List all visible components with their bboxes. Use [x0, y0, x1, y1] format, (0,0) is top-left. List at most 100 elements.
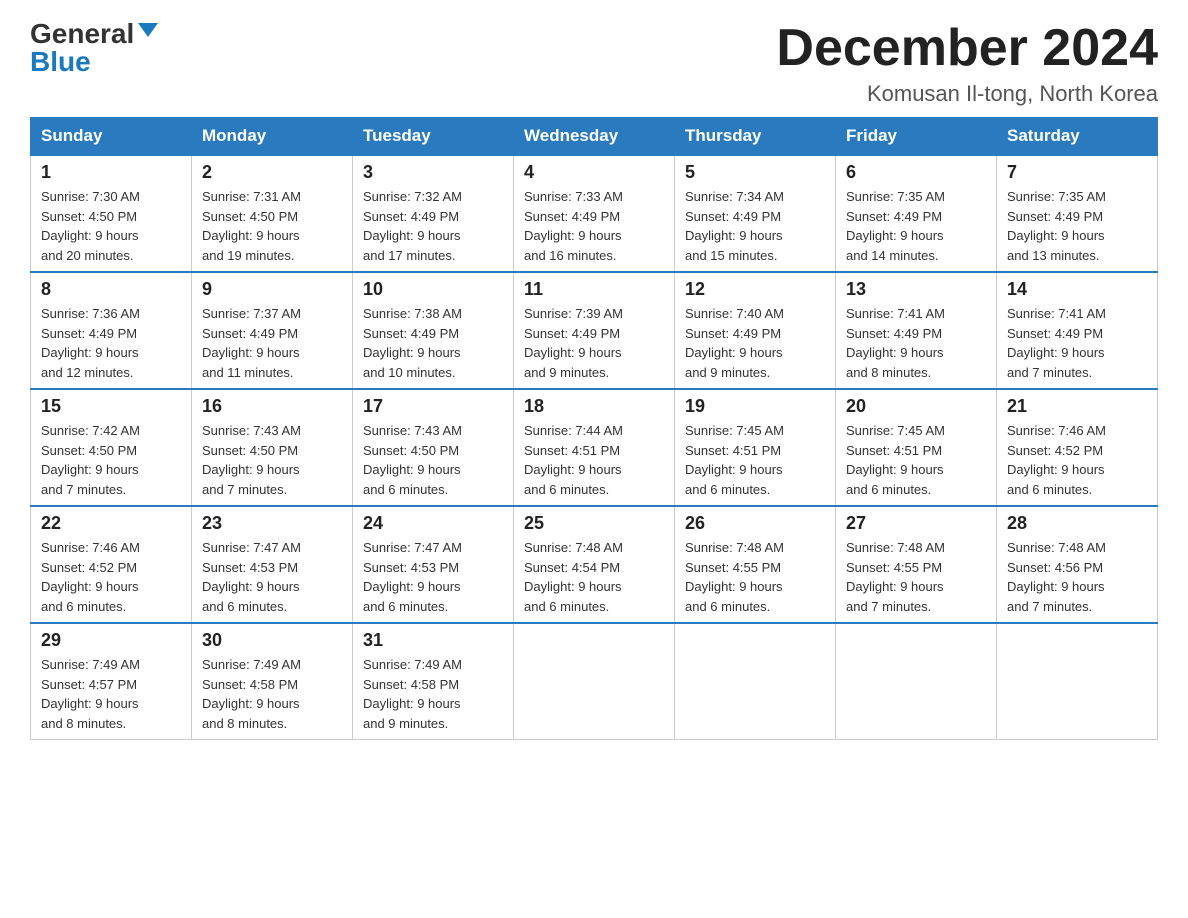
calendar-cell: 7 Sunrise: 7:35 AM Sunset: 4:49 PM Dayli… — [997, 155, 1158, 272]
logo-triangle-icon — [138, 23, 158, 37]
calendar-cell: 25 Sunrise: 7:48 AM Sunset: 4:54 PM Dayl… — [514, 506, 675, 623]
day-number: 10 — [363, 279, 503, 300]
calendar-cell — [675, 623, 836, 740]
calendar-cell — [836, 623, 997, 740]
calendar-table: Sunday Monday Tuesday Wednesday Thursday… — [30, 117, 1158, 740]
calendar-week-row: 22 Sunrise: 7:46 AM Sunset: 4:52 PM Dayl… — [31, 506, 1158, 623]
day-number: 8 — [41, 279, 181, 300]
calendar-cell: 14 Sunrise: 7:41 AM Sunset: 4:49 PM Dayl… — [997, 272, 1158, 389]
calendar-cell: 18 Sunrise: 7:44 AM Sunset: 4:51 PM Dayl… — [514, 389, 675, 506]
calendar-week-row: 29 Sunrise: 7:49 AM Sunset: 4:57 PM Dayl… — [31, 623, 1158, 740]
day-info: Sunrise: 7:37 AM Sunset: 4:49 PM Dayligh… — [202, 304, 342, 382]
logo: General Blue — [30, 20, 158, 76]
day-info: Sunrise: 7:47 AM Sunset: 4:53 PM Dayligh… — [202, 538, 342, 616]
day-info: Sunrise: 7:48 AM Sunset: 4:56 PM Dayligh… — [1007, 538, 1147, 616]
day-number: 29 — [41, 630, 181, 651]
day-info: Sunrise: 7:45 AM Sunset: 4:51 PM Dayligh… — [846, 421, 986, 499]
day-number: 7 — [1007, 162, 1147, 183]
day-number: 5 — [685, 162, 825, 183]
day-number: 1 — [41, 162, 181, 183]
header-friday: Friday — [836, 118, 997, 156]
calendar-cell: 31 Sunrise: 7:49 AM Sunset: 4:58 PM Dayl… — [353, 623, 514, 740]
day-info: Sunrise: 7:41 AM Sunset: 4:49 PM Dayligh… — [846, 304, 986, 382]
calendar-title: December 2024 — [776, 20, 1158, 77]
header-sunday: Sunday — [31, 118, 192, 156]
calendar-cell: 10 Sunrise: 7:38 AM Sunset: 4:49 PM Dayl… — [353, 272, 514, 389]
calendar-cell: 1 Sunrise: 7:30 AM Sunset: 4:50 PM Dayli… — [31, 155, 192, 272]
calendar-week-row: 1 Sunrise: 7:30 AM Sunset: 4:50 PM Dayli… — [31, 155, 1158, 272]
calendar-cell: 15 Sunrise: 7:42 AM Sunset: 4:50 PM Dayl… — [31, 389, 192, 506]
calendar-cell: 20 Sunrise: 7:45 AM Sunset: 4:51 PM Dayl… — [836, 389, 997, 506]
day-number: 23 — [202, 513, 342, 534]
day-info: Sunrise: 7:30 AM Sunset: 4:50 PM Dayligh… — [41, 187, 181, 265]
day-info: Sunrise: 7:49 AM Sunset: 4:58 PM Dayligh… — [202, 655, 342, 733]
day-number: 14 — [1007, 279, 1147, 300]
day-info: Sunrise: 7:46 AM Sunset: 4:52 PM Dayligh… — [1007, 421, 1147, 499]
day-number: 19 — [685, 396, 825, 417]
day-number: 21 — [1007, 396, 1147, 417]
day-info: Sunrise: 7:35 AM Sunset: 4:49 PM Dayligh… — [846, 187, 986, 265]
day-number: 27 — [846, 513, 986, 534]
day-number: 12 — [685, 279, 825, 300]
header-tuesday: Tuesday — [353, 118, 514, 156]
day-number: 13 — [846, 279, 986, 300]
calendar-subtitle: Komusan Il-tong, North Korea — [776, 81, 1158, 107]
day-info: Sunrise: 7:49 AM Sunset: 4:57 PM Dayligh… — [41, 655, 181, 733]
calendar-cell: 8 Sunrise: 7:36 AM Sunset: 4:49 PM Dayli… — [31, 272, 192, 389]
day-number: 26 — [685, 513, 825, 534]
day-info: Sunrise: 7:48 AM Sunset: 4:55 PM Dayligh… — [846, 538, 986, 616]
calendar-cell: 5 Sunrise: 7:34 AM Sunset: 4:49 PM Dayli… — [675, 155, 836, 272]
day-info: Sunrise: 7:32 AM Sunset: 4:49 PM Dayligh… — [363, 187, 503, 265]
day-info: Sunrise: 7:44 AM Sunset: 4:51 PM Dayligh… — [524, 421, 664, 499]
day-number: 2 — [202, 162, 342, 183]
logo-blue: Blue — [30, 48, 91, 76]
day-number: 16 — [202, 396, 342, 417]
day-info: Sunrise: 7:48 AM Sunset: 4:54 PM Dayligh… — [524, 538, 664, 616]
calendar-cell: 24 Sunrise: 7:47 AM Sunset: 4:53 PM Dayl… — [353, 506, 514, 623]
day-info: Sunrise: 7:40 AM Sunset: 4:49 PM Dayligh… — [685, 304, 825, 382]
day-number: 22 — [41, 513, 181, 534]
day-info: Sunrise: 7:43 AM Sunset: 4:50 PM Dayligh… — [363, 421, 503, 499]
day-info: Sunrise: 7:36 AM Sunset: 4:49 PM Dayligh… — [41, 304, 181, 382]
day-number: 11 — [524, 279, 664, 300]
title-section: December 2024 Komusan Il-tong, North Kor… — [776, 20, 1158, 107]
calendar-cell: 23 Sunrise: 7:47 AM Sunset: 4:53 PM Dayl… — [192, 506, 353, 623]
calendar-cell: 30 Sunrise: 7:49 AM Sunset: 4:58 PM Dayl… — [192, 623, 353, 740]
day-number: 28 — [1007, 513, 1147, 534]
day-info: Sunrise: 7:31 AM Sunset: 4:50 PM Dayligh… — [202, 187, 342, 265]
day-number: 17 — [363, 396, 503, 417]
day-number: 15 — [41, 396, 181, 417]
day-number: 30 — [202, 630, 342, 651]
day-number: 20 — [846, 396, 986, 417]
calendar-cell: 16 Sunrise: 7:43 AM Sunset: 4:50 PM Dayl… — [192, 389, 353, 506]
day-info: Sunrise: 7:43 AM Sunset: 4:50 PM Dayligh… — [202, 421, 342, 499]
day-number: 3 — [363, 162, 503, 183]
calendar-cell — [514, 623, 675, 740]
calendar-cell: 26 Sunrise: 7:48 AM Sunset: 4:55 PM Dayl… — [675, 506, 836, 623]
day-header-row: Sunday Monday Tuesday Wednesday Thursday… — [31, 118, 1158, 156]
calendar-cell: 11 Sunrise: 7:39 AM Sunset: 4:49 PM Dayl… — [514, 272, 675, 389]
calendar-cell: 21 Sunrise: 7:46 AM Sunset: 4:52 PM Dayl… — [997, 389, 1158, 506]
day-number: 4 — [524, 162, 664, 183]
calendar-cell: 3 Sunrise: 7:32 AM Sunset: 4:49 PM Dayli… — [353, 155, 514, 272]
day-info: Sunrise: 7:39 AM Sunset: 4:49 PM Dayligh… — [524, 304, 664, 382]
calendar-cell: 12 Sunrise: 7:40 AM Sunset: 4:49 PM Dayl… — [675, 272, 836, 389]
calendar-cell: 9 Sunrise: 7:37 AM Sunset: 4:49 PM Dayli… — [192, 272, 353, 389]
day-info: Sunrise: 7:49 AM Sunset: 4:58 PM Dayligh… — [363, 655, 503, 733]
day-info: Sunrise: 7:48 AM Sunset: 4:55 PM Dayligh… — [685, 538, 825, 616]
header-monday: Monday — [192, 118, 353, 156]
calendar-cell: 13 Sunrise: 7:41 AM Sunset: 4:49 PM Dayl… — [836, 272, 997, 389]
logo-general: General — [30, 20, 134, 48]
day-number: 25 — [524, 513, 664, 534]
calendar-cell: 27 Sunrise: 7:48 AM Sunset: 4:55 PM Dayl… — [836, 506, 997, 623]
day-info: Sunrise: 7:46 AM Sunset: 4:52 PM Dayligh… — [41, 538, 181, 616]
calendar-cell: 6 Sunrise: 7:35 AM Sunset: 4:49 PM Dayli… — [836, 155, 997, 272]
day-number: 18 — [524, 396, 664, 417]
calendar-week-row: 15 Sunrise: 7:42 AM Sunset: 4:50 PM Dayl… — [31, 389, 1158, 506]
day-info: Sunrise: 7:38 AM Sunset: 4:49 PM Dayligh… — [363, 304, 503, 382]
day-info: Sunrise: 7:34 AM Sunset: 4:49 PM Dayligh… — [685, 187, 825, 265]
day-number: 31 — [363, 630, 503, 651]
day-info: Sunrise: 7:33 AM Sunset: 4:49 PM Dayligh… — [524, 187, 664, 265]
day-info: Sunrise: 7:45 AM Sunset: 4:51 PM Dayligh… — [685, 421, 825, 499]
calendar-cell: 19 Sunrise: 7:45 AM Sunset: 4:51 PM Dayl… — [675, 389, 836, 506]
